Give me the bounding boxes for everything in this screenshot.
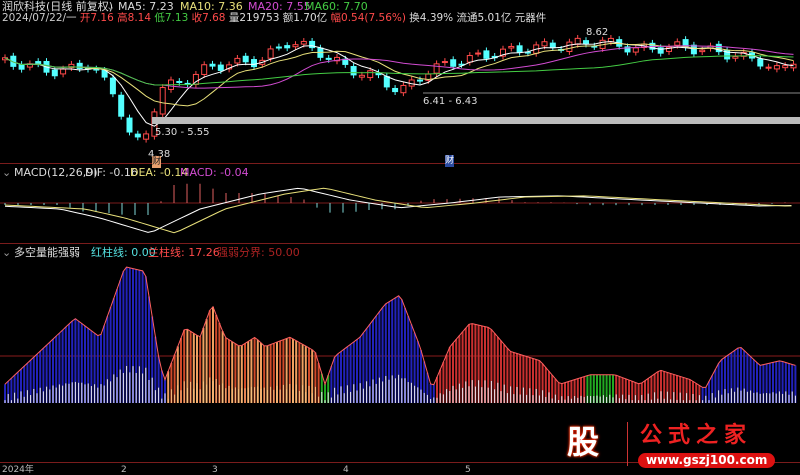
candle bbox=[583, 40, 589, 45]
candle bbox=[516, 45, 523, 53]
logo-site-name: 公式之家 bbox=[640, 423, 753, 448]
x-tick: 2024年 bbox=[2, 465, 34, 475]
candle bbox=[309, 40, 316, 49]
candle bbox=[765, 66, 772, 69]
chart-canvas bbox=[0, 34, 800, 403]
candle bbox=[176, 81, 183, 84]
candle bbox=[126, 117, 133, 133]
candle bbox=[118, 94, 125, 117]
annotation-high: 8.62 bbox=[586, 27, 609, 38]
candle bbox=[632, 47, 639, 53]
candle bbox=[549, 42, 556, 49]
candle bbox=[690, 44, 697, 55]
dif-line bbox=[4, 187, 792, 233]
candle bbox=[400, 84, 407, 94]
candle bbox=[674, 41, 681, 46]
logo-glyph: 股 bbox=[567, 423, 600, 461]
stock-chart-window: 润欣科技(日线 前复权) ⌄ MA5: 7.23 MA10: 7.36 MA20… bbox=[0, 0, 800, 475]
price-band bbox=[152, 117, 800, 124]
x-tick: 4 bbox=[343, 465, 349, 475]
candle bbox=[732, 56, 739, 59]
candle bbox=[450, 59, 457, 67]
collapse-icon[interactable]: ⌄ bbox=[2, 247, 11, 259]
watermark-logo: 股 公式之家 www.gszj100.com bbox=[555, 420, 800, 475]
strength-title: 多空量能强弱 bbox=[14, 246, 80, 259]
candle bbox=[251, 59, 257, 68]
finance-marker[interactable]: 财 bbox=[445, 155, 455, 167]
annotation-low2: 5.30 - 5.55 bbox=[155, 127, 210, 138]
candle bbox=[159, 87, 166, 115]
candle bbox=[242, 55, 249, 63]
candle bbox=[60, 68, 67, 75]
collapse-icon[interactable]: ⌄ bbox=[2, 167, 11, 179]
candle bbox=[201, 64, 208, 75]
candle bbox=[35, 61, 42, 65]
x-tick: 2 bbox=[121, 465, 127, 475]
candle bbox=[217, 64, 224, 71]
candle bbox=[508, 45, 515, 49]
candle bbox=[267, 48, 274, 59]
candle bbox=[699, 49, 706, 53]
candle bbox=[541, 41, 548, 47]
x-tick: 3 bbox=[212, 465, 218, 475]
candle bbox=[143, 133, 150, 140]
x-tick: 5 bbox=[465, 465, 471, 475]
candle bbox=[417, 79, 423, 82]
candle bbox=[51, 69, 58, 77]
candle bbox=[383, 76, 390, 88]
candle bbox=[76, 62, 83, 70]
candle bbox=[134, 133, 141, 138]
candle bbox=[109, 77, 116, 95]
candle bbox=[773, 65, 780, 70]
red-bar-value: 红柱线: 0.00 bbox=[91, 246, 156, 259]
candle bbox=[350, 66, 357, 76]
candle bbox=[284, 45, 291, 49]
divide-value: 强弱分界: 50.00 bbox=[217, 246, 300, 259]
candle bbox=[392, 87, 399, 93]
candle bbox=[475, 52, 482, 55]
candle bbox=[782, 65, 789, 69]
candle bbox=[234, 57, 241, 64]
candle bbox=[275, 46, 282, 49]
candle bbox=[292, 44, 299, 48]
macd-value: MACD: -0.04 bbox=[180, 166, 249, 179]
logo-url: www.gszj100.com bbox=[638, 453, 776, 468]
candle bbox=[466, 55, 473, 63]
candle bbox=[18, 63, 25, 70]
candle bbox=[433, 63, 440, 74]
candle bbox=[566, 41, 573, 53]
candle bbox=[300, 40, 307, 45]
candle bbox=[790, 63, 797, 69]
candle bbox=[358, 74, 365, 78]
candle bbox=[367, 70, 374, 79]
candle bbox=[441, 61, 448, 64]
candle bbox=[209, 63, 216, 67]
annotation-low1: 6.41 - 6.43 bbox=[423, 96, 478, 107]
ma20-line bbox=[4, 45, 794, 89]
candle bbox=[483, 50, 490, 59]
candle bbox=[325, 57, 332, 60]
blue-bar-value: 兰柱线: 17.26 bbox=[148, 246, 220, 259]
dea-line bbox=[4, 187, 792, 234]
candle bbox=[757, 58, 764, 67]
